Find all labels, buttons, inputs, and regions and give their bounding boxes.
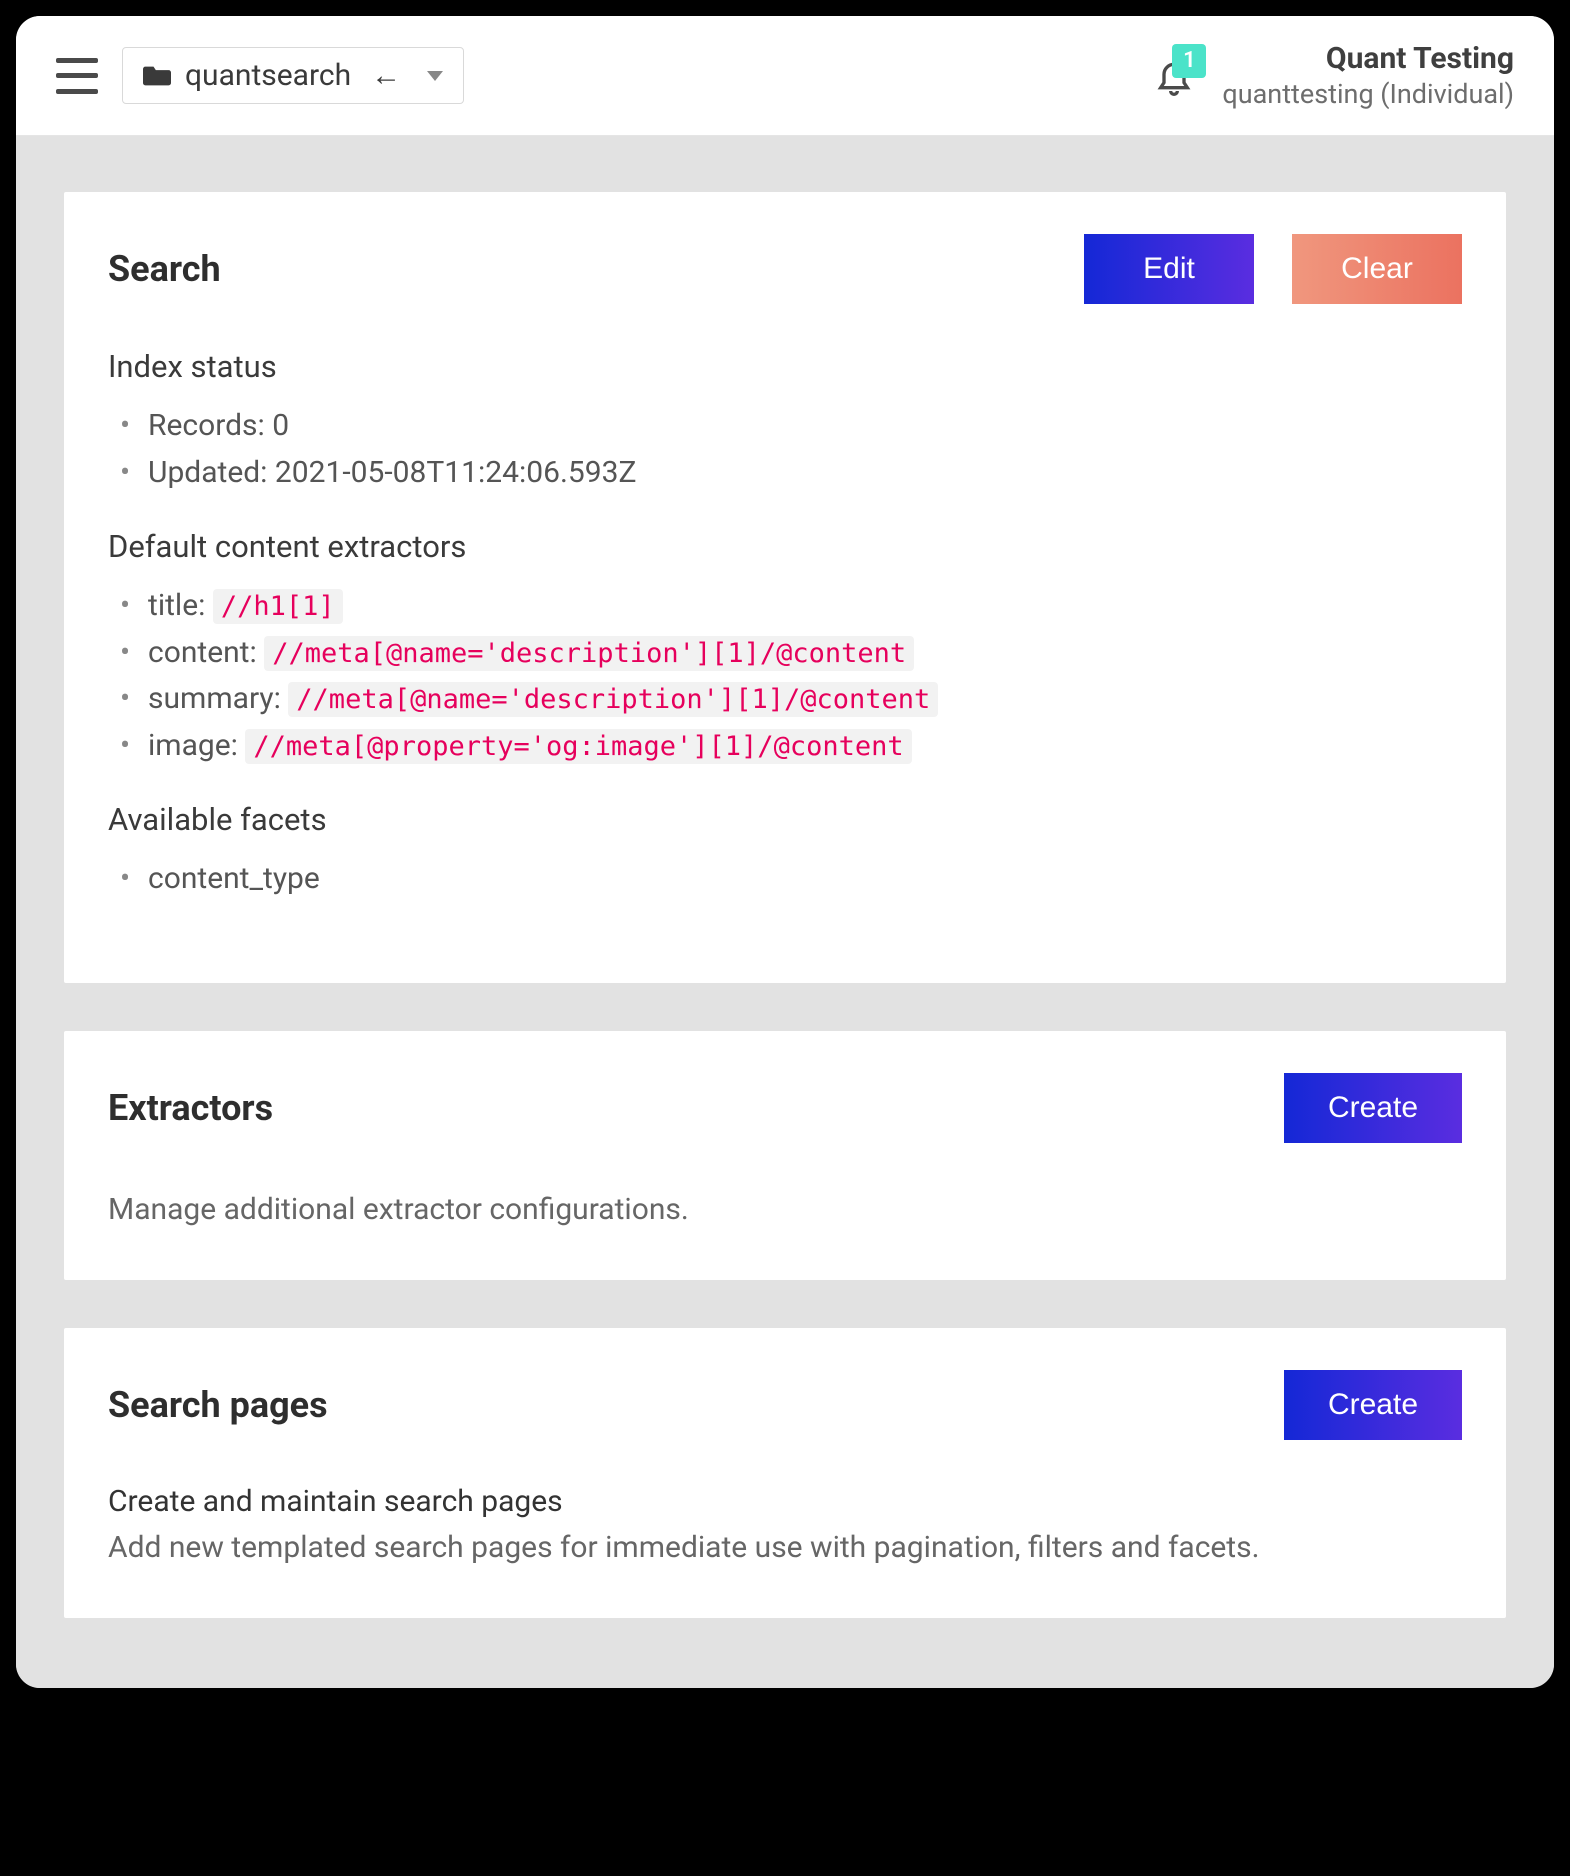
search-pages-card-title: Search pages (108, 1384, 328, 1426)
extractors-description: Manage additional extractor configuratio… (108, 1187, 1462, 1232)
search-pages-card: Search pages Create Create and maintain … (64, 1328, 1506, 1618)
search-card-title: Search (108, 248, 221, 290)
xpath-code: //meta[@name='description'][1]/@content (288, 682, 938, 717)
app-window: quantsearch ← 1 Quant Testing quanttesti… (0, 0, 1570, 1704)
topbar: quantsearch ← 1 Quant Testing quanttesti… (16, 16, 1554, 136)
search-pages-subtitle: Create and maintain search pages (108, 1484, 1462, 1519)
available-facets-list: content_type (108, 856, 1462, 903)
extractors-card-title: Extractors (108, 1087, 273, 1129)
list-item: image: //meta[@property='og:image'][1]/@… (148, 723, 1462, 770)
chevron-down-icon (427, 71, 443, 81)
list-item: title: //h1[1] (148, 583, 1462, 630)
org-name: Quant Testing (1222, 40, 1514, 78)
edit-button[interactable]: Edit (1084, 234, 1254, 304)
list-item: Records: 0 (148, 403, 1462, 450)
account-info[interactable]: Quant Testing quanttesting (Individual) (1222, 40, 1514, 111)
menu-icon[interactable] (56, 58, 98, 94)
default-extractors-list: title: //h1[1] content: //meta[@name='de… (108, 583, 1462, 769)
arrow-left-icon: ← (371, 58, 401, 93)
folder-icon (143, 64, 171, 88)
xpath-code: //meta[@property='og:image'][1]/@content (245, 729, 911, 764)
xpath-code: //h1[1] (213, 589, 343, 624)
search-card: Search Edit Clear Index status Records: … (64, 192, 1506, 983)
create-extractor-button[interactable]: Create (1284, 1073, 1462, 1143)
notification-badge: 1 (1172, 44, 1206, 78)
extractors-card: Extractors Create Manage additional extr… (64, 1031, 1506, 1280)
index-status-heading: Index status (108, 348, 1462, 385)
list-item: content: //meta[@name='description'][1]/… (148, 630, 1462, 677)
index-status-list: Records: 0 Updated: 2021-05-08T11:24:06.… (108, 403, 1462, 496)
project-selector[interactable]: quantsearch ← (122, 47, 464, 104)
list-item: Updated: 2021-05-08T11:24:06.593Z (148, 450, 1462, 497)
content-area: Search Edit Clear Index status Records: … (16, 136, 1554, 1688)
project-name: quantsearch (185, 58, 351, 93)
default-extractors-heading: Default content extractors (108, 528, 1462, 565)
clear-button[interactable]: Clear (1292, 234, 1462, 304)
notifications-button[interactable]: 1 (1154, 56, 1194, 96)
create-search-page-button[interactable]: Create (1284, 1370, 1462, 1440)
list-item: summary: //meta[@name='description'][1]/… (148, 676, 1462, 723)
xpath-code: //meta[@name='description'][1]/@content (264, 636, 914, 671)
available-facets-heading: Available facets (108, 801, 1462, 838)
account-label: quanttesting (Individual) (1222, 78, 1514, 112)
list-item: content_type (148, 856, 1462, 903)
search-pages-description: Add new templated search pages for immed… (108, 1525, 1462, 1570)
